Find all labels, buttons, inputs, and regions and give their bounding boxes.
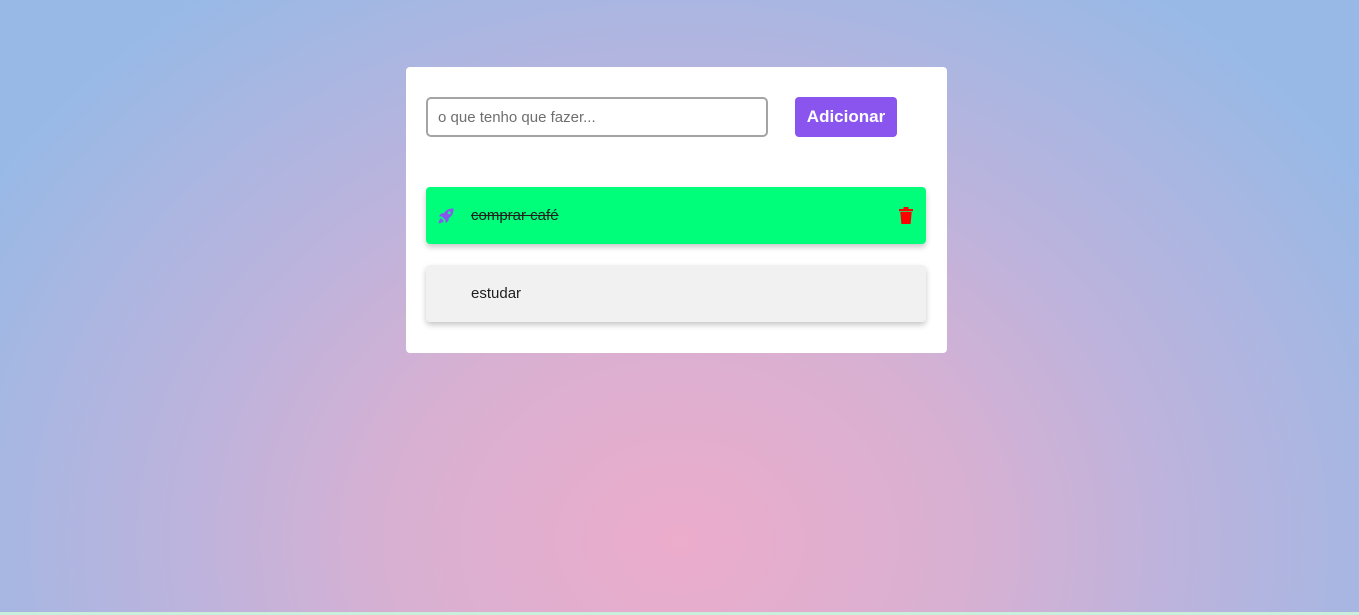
task-list: comprar café estudar — [426, 187, 926, 343]
rocket-icon — [437, 207, 455, 225]
trash-icon[interactable] — [899, 207, 913, 224]
add-task-form: Adicionar — [426, 97, 926, 137]
task-label: comprar café — [471, 207, 559, 224]
task-item[interactable]: comprar café — [426, 187, 926, 244]
add-button[interactable]: Adicionar — [795, 97, 897, 137]
task-label: estudar — [471, 285, 522, 302]
task-item[interactable]: estudar — [426, 265, 926, 322]
todo-card: Adicionar comprar café estudar — [406, 67, 947, 353]
task-input[interactable] — [426, 97, 768, 137]
